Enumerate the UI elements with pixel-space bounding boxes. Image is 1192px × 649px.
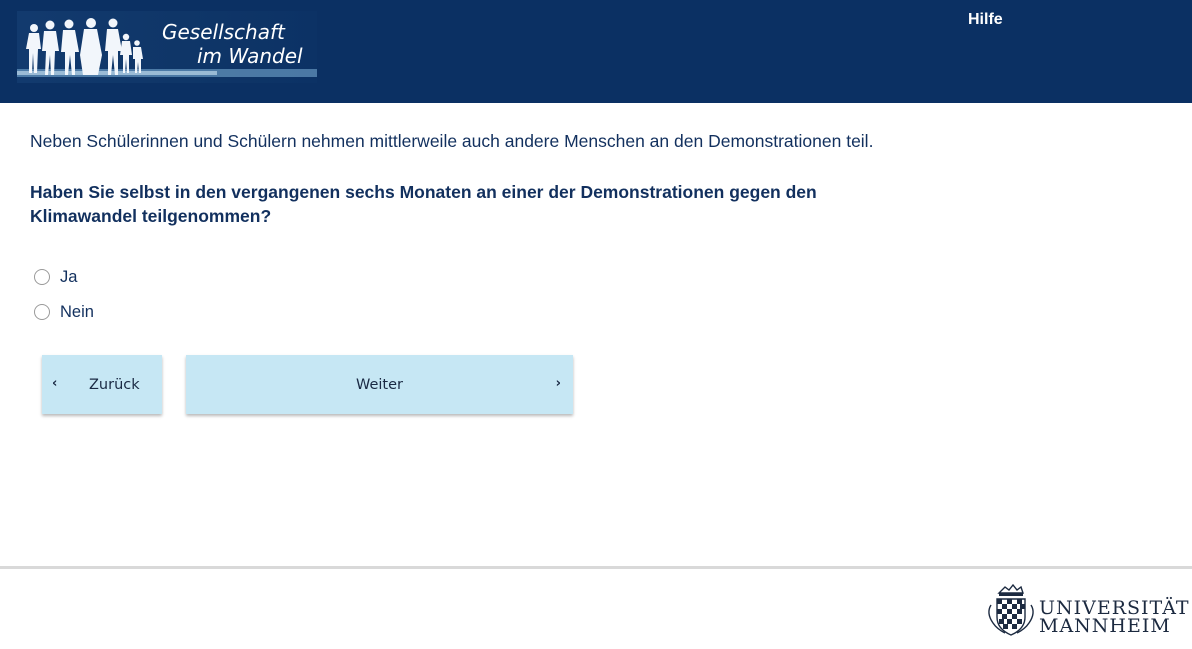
header-bar: Gesellschaft im Wandel Hilfe <box>0 0 1192 103</box>
chevron-right-icon: › <box>555 376 561 391</box>
back-button[interactable]: ‹ Zurück <box>42 355 162 414</box>
option-nein[interactable]: Nein <box>34 302 94 322</box>
university-name-line2: MANNHEIM <box>1039 615 1171 637</box>
logo-title-line1: Gesellschaft <box>162 20 285 44</box>
universitaet-mannheim-logo: UNIVERSITÄT MANNHEIM <box>985 583 1189 639</box>
question-text: Haben Sie selbst in den vergangenen sech… <box>30 182 817 226</box>
help-link[interactable]: Hilfe <box>968 11 1003 29</box>
option-ja-label: Ja <box>60 267 78 286</box>
next-button[interactable]: Weiter › <box>186 355 573 414</box>
university-crest-icon <box>988 583 1034 636</box>
radio-nein[interactable] <box>34 304 50 320</box>
next-button-label: Weiter <box>355 377 403 393</box>
chevron-left-icon: ‹ <box>52 376 58 391</box>
option-ja[interactable]: Ja <box>34 267 77 287</box>
footer-divider <box>0 566 1192 569</box>
logo-title-line2: im Wandel <box>197 44 303 68</box>
intro-text: Neben Schülerinnen und Schülern nehmen m… <box>30 131 874 151</box>
radio-ja[interactable] <box>34 269 50 285</box>
gesellschaft-im-wandel-logo: Gesellschaft im Wandel <box>17 11 317 83</box>
back-button-label: Zurück <box>89 377 140 393</box>
option-nein-label: Nein <box>60 302 94 321</box>
